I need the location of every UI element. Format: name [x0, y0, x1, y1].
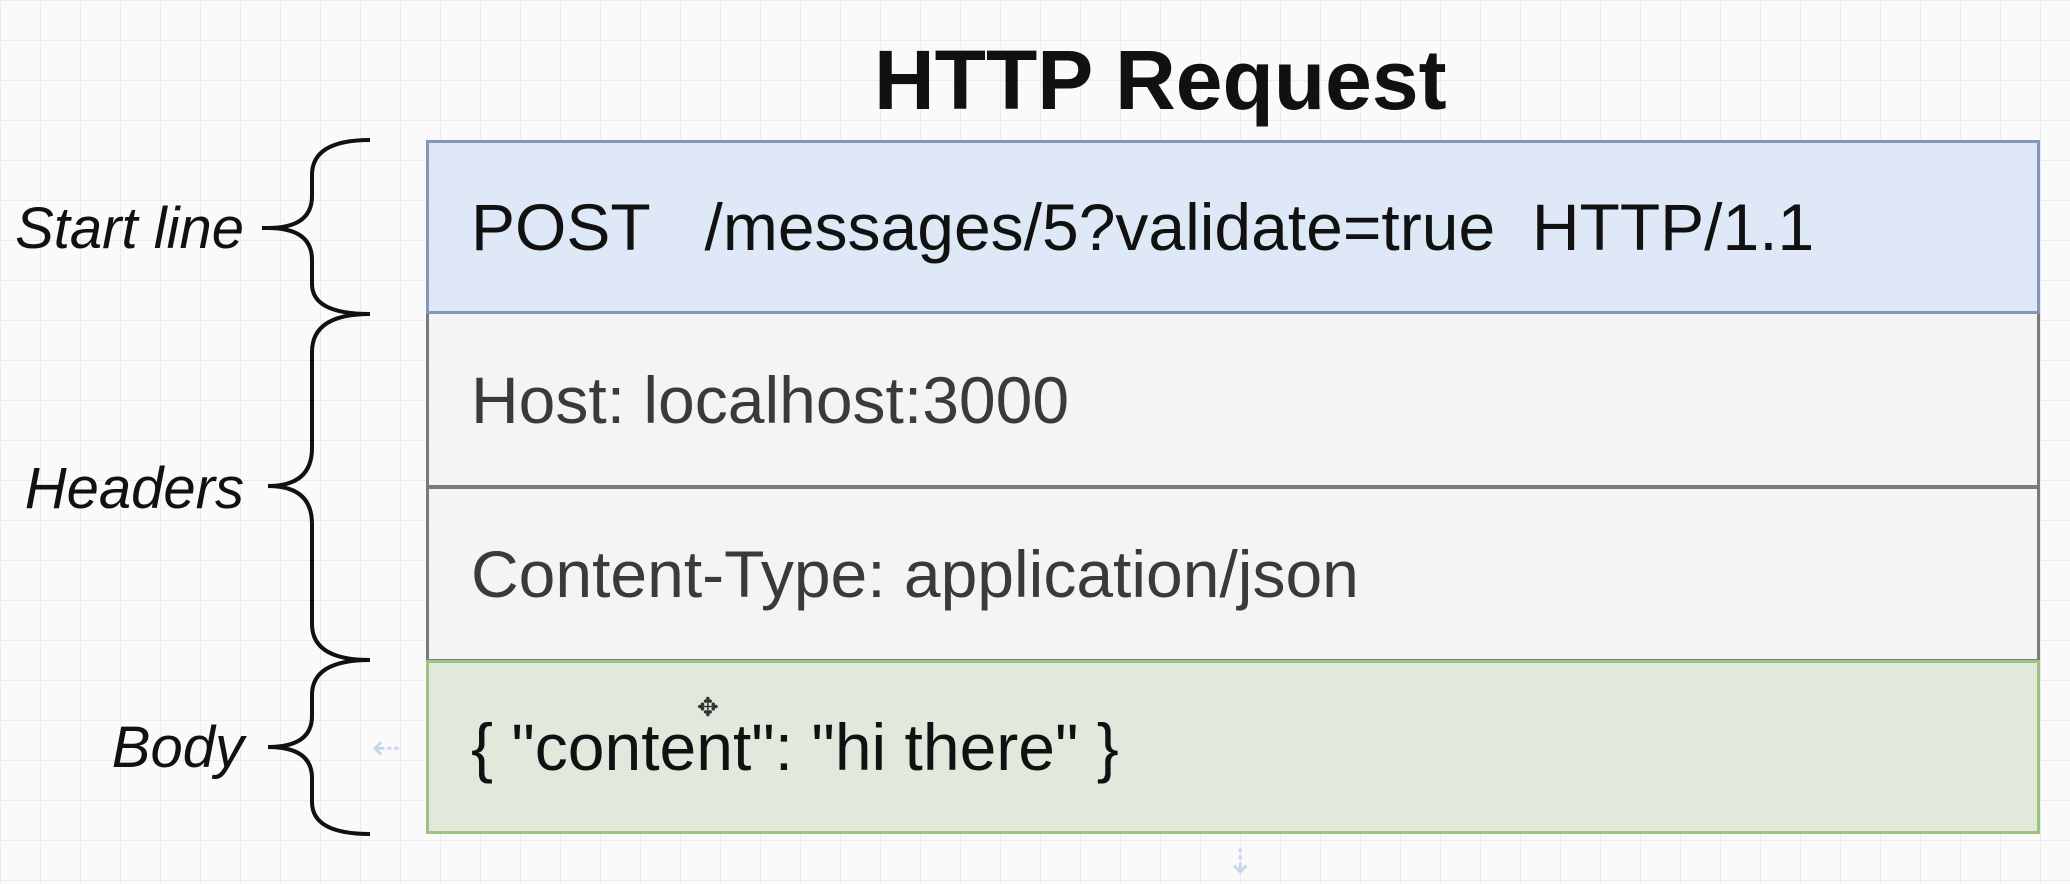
move-cursor-icon: ✥ — [697, 692, 719, 722]
brace-start-line — [267, 138, 371, 316]
down-arrow-icon: ⇣ — [1226, 843, 1255, 881]
brace-group — [262, 138, 371, 836]
brace-body — [267, 658, 371, 836]
brace-headers — [267, 312, 371, 662]
left-arrow-icon: ⇠ — [372, 729, 401, 767]
